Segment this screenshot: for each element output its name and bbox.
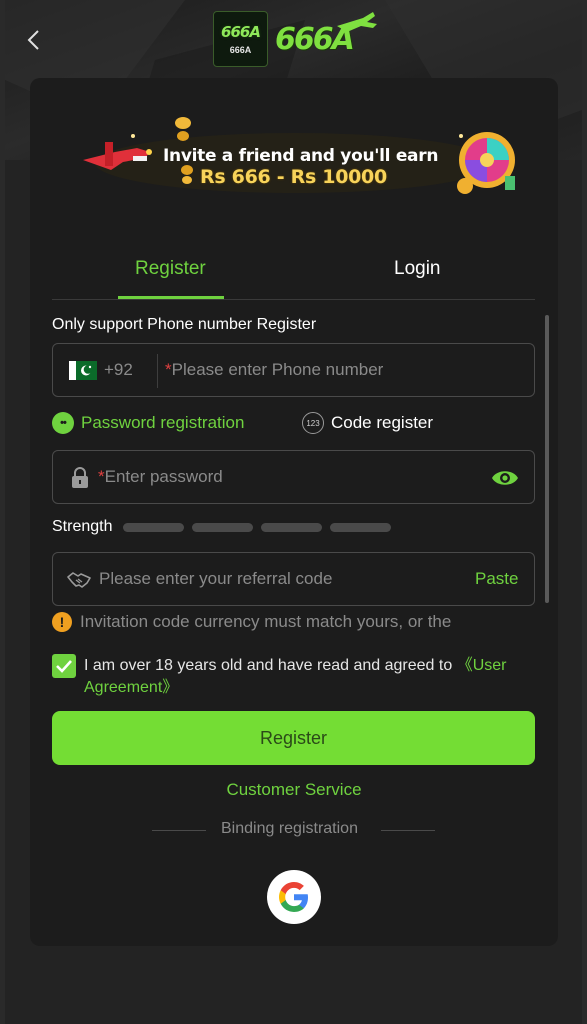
banner-headline: Invite a friend and you'll earn bbox=[163, 146, 439, 166]
strength-bar-4 bbox=[330, 523, 391, 532]
code-register-option[interactable]: 123 Code register bbox=[302, 411, 433, 435]
register-card: Invite a friend and you'll earn Rs 666 -… bbox=[30, 78, 558, 946]
required-mark: * bbox=[165, 360, 172, 379]
strength-label: Strength bbox=[52, 518, 113, 535]
google-login-button[interactable] bbox=[267, 870, 321, 924]
logo-app-icon: 666A 666A bbox=[213, 11, 268, 67]
password-dots-icon: •• bbox=[52, 412, 74, 434]
phone-placeholder: Please enter Phone number bbox=[171, 360, 384, 379]
back-button[interactable] bbox=[19, 25, 47, 55]
auth-tabs: Register Login bbox=[52, 241, 535, 301]
password-registration-label: Password registration bbox=[81, 413, 245, 432]
phone-field[interactable]: +92 *Please enter Phone number bbox=[52, 343, 535, 397]
wheel-icon bbox=[457, 132, 515, 194]
referral-code-field[interactable]: Please enter your referral code Paste bbox=[52, 552, 535, 606]
strength-bar-1 bbox=[123, 523, 184, 532]
tab-login[interactable]: Login bbox=[394, 258, 441, 280]
brand-logo: 666A 666A 666A bbox=[213, 10, 379, 68]
warning-icon: ! bbox=[52, 612, 72, 632]
password-input[interactable]: *Enter password bbox=[98, 467, 223, 487]
divider-line-left bbox=[152, 830, 206, 831]
lock-icon bbox=[72, 467, 88, 488]
paste-button[interactable]: Paste bbox=[475, 569, 518, 589]
pakistan-flag-icon[interactable] bbox=[69, 361, 97, 380]
notice-text: Invitation code currency must match your… bbox=[80, 612, 452, 631]
code-register-label: Code register bbox=[331, 413, 434, 432]
eye-icon[interactable] bbox=[491, 467, 519, 489]
handshake-icon bbox=[67, 572, 91, 588]
agree-checkbox[interactable] bbox=[52, 654, 76, 678]
form-scrollbar[interactable] bbox=[545, 315, 549, 603]
password-field[interactable]: *Enter password bbox=[52, 450, 535, 504]
tab-register[interactable]: Register bbox=[135, 258, 206, 280]
password-registration-option[interactable]: •• Password registration bbox=[52, 411, 244, 435]
crescent-icon bbox=[81, 365, 93, 376]
agreement-statement: I am over 18 years old and have read and… bbox=[84, 657, 457, 674]
referral-input[interactable]: Please enter your referral code bbox=[99, 569, 332, 589]
promo-banner[interactable]: Invite a friend and you'll earn Rs 666 -… bbox=[75, 108, 515, 203]
phone-only-label: Only support Phone number Register bbox=[52, 316, 317, 333]
binding-registration-label: Binding registration bbox=[221, 820, 358, 837]
checkmark-icon bbox=[56, 660, 72, 673]
back-arrow-icon bbox=[27, 30, 39, 50]
banner-amount: Rs 666 - Rs 10000 bbox=[200, 166, 387, 188]
strength-bar-3 bbox=[261, 523, 322, 532]
password-placeholder: Enter password bbox=[104, 467, 223, 486]
agreement-text: I am over 18 years old and have read and… bbox=[84, 655, 544, 699]
strength-bar-2 bbox=[192, 523, 253, 532]
google-icon bbox=[279, 882, 308, 912]
dial-code[interactable]: +92 bbox=[104, 360, 133, 380]
page-frame: 666A 666A 666A Invite a friend and you'l… bbox=[5, 0, 582, 1024]
phone-separator bbox=[157, 354, 158, 388]
invitation-notice: ! Invitation code currency must match yo… bbox=[52, 612, 451, 632]
phone-input[interactable]: *Please enter Phone number bbox=[165, 360, 383, 380]
logo-icon-text: 666A bbox=[221, 23, 261, 41]
binding-registration-divider: Binding registration bbox=[152, 820, 435, 840]
required-mark: * bbox=[98, 467, 105, 486]
divider-line-right bbox=[381, 830, 435, 831]
customer-service-link[interactable]: Customer Service bbox=[30, 780, 558, 800]
logo-plane-icon bbox=[337, 12, 377, 32]
logo-icon-subtext: 666A bbox=[229, 45, 252, 55]
code-123-icon: 123 bbox=[302, 412, 324, 434]
register-button[interactable]: Register bbox=[52, 711, 535, 765]
tabs-divider bbox=[52, 299, 535, 300]
